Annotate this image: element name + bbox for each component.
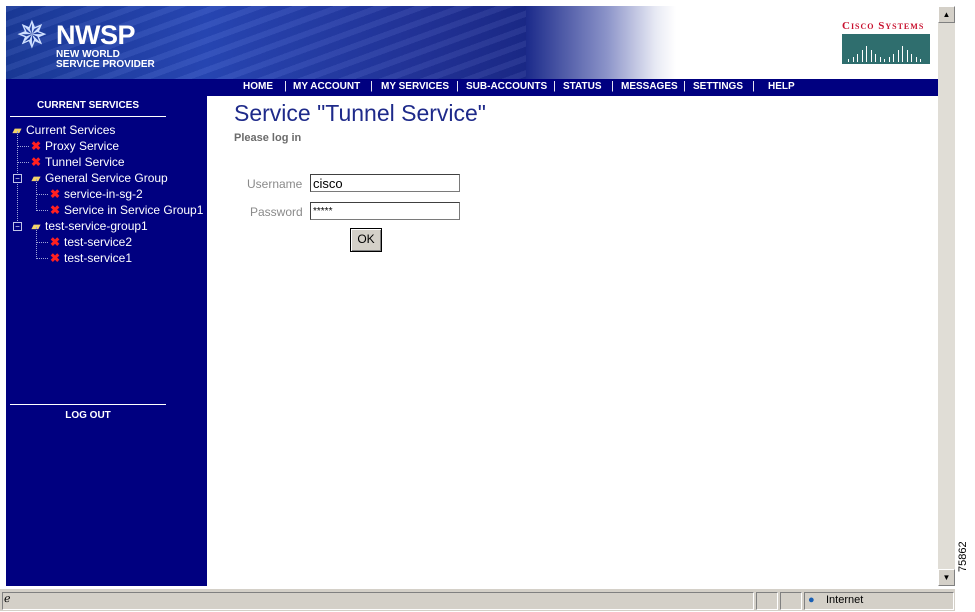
tree-item[interactable]: ✖ service-in-sg-2 bbox=[48, 186, 143, 202]
nav-separator: | bbox=[683, 80, 686, 92]
logo-subtitle: NEW WORLD SERVICE PROVIDER bbox=[56, 50, 155, 70]
scroll-up-icon[interactable]: ▲ bbox=[938, 6, 955, 23]
status-bar: ℯ ● Internet bbox=[0, 588, 955, 611]
x-icon: ✖ bbox=[49, 235, 61, 249]
tree-item[interactable]: ▰ Current Services bbox=[10, 122, 115, 138]
site-header: ✵ NWSP NEW WORLD SERVICE PROVIDER Cisco … bbox=[6, 6, 938, 79]
tree-item-label: Service in Service Group1 bbox=[64, 203, 204, 217]
top-nav: HOME MY ACCOUNT MY SERVICES SUB-ACCOUNTS STA… bbox=[207, 79, 938, 96]
tree-item-label: Current Services bbox=[26, 123, 116, 137]
x-icon: ✖ bbox=[30, 139, 42, 153]
tree-item-label: Tunnel Service bbox=[45, 155, 125, 169]
logo-subtitle-line2: SERVICE PROVIDER bbox=[56, 59, 155, 70]
nav-separator: | bbox=[553, 80, 556, 92]
tree-connector bbox=[17, 146, 29, 147]
nav-separator: | bbox=[370, 80, 373, 92]
tree-item[interactable]: ✖ Tunnel Service bbox=[29, 154, 125, 170]
logout-link[interactable]: LOG OUT bbox=[10, 410, 166, 421]
cisco-logo-text: Cisco Systems bbox=[842, 20, 925, 32]
nav-separator: | bbox=[284, 80, 287, 92]
tree-item-label: Proxy Service bbox=[45, 139, 120, 153]
nav-my-account[interactable]: MY ACCOUNT bbox=[293, 81, 360, 92]
tree-item[interactable]: ▰ General Service Group bbox=[29, 170, 168, 186]
x-icon: ✖ bbox=[49, 251, 61, 265]
username-label: Username bbox=[247, 177, 303, 191]
sidebar: CURRENT SERVICES ▰ Current Services ✖ Proxy… bbox=[6, 79, 207, 586]
tree-item[interactable]: ✖ test-service2 bbox=[48, 234, 132, 250]
nav-settings[interactable]: SETTINGS bbox=[693, 81, 743, 92]
collapse-icon[interactable]: − bbox=[13, 222, 22, 231]
tree-item[interactable]: ✖ Proxy Service bbox=[29, 138, 119, 154]
username-field[interactable]: cisco bbox=[310, 174, 460, 192]
nav-messages[interactable]: MESSAGES bbox=[621, 81, 678, 92]
tree-item-label: test-service2 bbox=[64, 235, 133, 249]
tree-connector bbox=[36, 258, 48, 259]
sidebar-divider bbox=[10, 404, 166, 405]
tree-connector bbox=[36, 210, 48, 211]
nav-separator: | bbox=[752, 80, 755, 92]
nav-separator: | bbox=[456, 80, 459, 92]
tree-connector bbox=[17, 162, 29, 163]
cisco-bridge-icon bbox=[842, 34, 930, 64]
status-message-pane bbox=[2, 592, 754, 610]
page-subtitle: Please log in bbox=[234, 132, 302, 144]
nav-my-services[interactable]: MY SERVICES bbox=[381, 81, 449, 92]
nav-home[interactable]: HOME bbox=[243, 81, 273, 92]
status-pane bbox=[780, 592, 802, 610]
sidebar-divider bbox=[10, 116, 166, 117]
tree-item[interactable]: ✖ test-service1 bbox=[48, 250, 132, 266]
ok-button[interactable]: OK bbox=[350, 228, 382, 252]
nav-status[interactable]: STATUS bbox=[563, 81, 602, 92]
nav-sub-accounts[interactable]: SUB-ACCOUNTS bbox=[466, 81, 547, 92]
tree-connector bbox=[17, 131, 18, 175]
globe-icon: ● bbox=[808, 594, 815, 606]
x-icon: ✖ bbox=[49, 187, 61, 201]
figure-number: 75862 bbox=[957, 541, 969, 572]
tree-connector bbox=[36, 194, 48, 195]
collapse-icon[interactable]: − bbox=[13, 174, 22, 183]
tree-item-label: test-service1 bbox=[64, 251, 133, 265]
nav-help[interactable]: HELP bbox=[768, 81, 795, 92]
cisco-logo: Cisco Systems bbox=[842, 20, 934, 68]
tree-item-label: General Service Group bbox=[45, 171, 168, 185]
password-field[interactable]: ***** bbox=[310, 202, 460, 220]
nav-separator: | bbox=[611, 80, 614, 92]
x-icon: ✖ bbox=[49, 203, 61, 217]
x-icon: ✖ bbox=[30, 155, 42, 169]
logo-title: NWSP bbox=[56, 20, 136, 50]
tree-item[interactable]: ✖ Service in Service Group1 bbox=[48, 202, 203, 218]
tree-item-label: test-service-group1 bbox=[45, 219, 148, 233]
scroll-down-icon[interactable]: ▼ bbox=[938, 569, 955, 586]
sidebar-heading: CURRENT SERVICES bbox=[36, 100, 140, 111]
tree-connector bbox=[36, 242, 48, 243]
browser-window: ✵ NWSP NEW WORLD SERVICE PROVIDER Cisco … bbox=[0, 0, 955, 612]
password-label: Password bbox=[250, 205, 303, 219]
tree-item[interactable]: ▰ test-service-group1 bbox=[29, 218, 148, 234]
nwsp-star-icon: ✵ bbox=[16, 15, 48, 57]
status-pane bbox=[756, 592, 778, 610]
tree-item-label: service-in-sg-2 bbox=[64, 187, 143, 201]
zone-label: Internet bbox=[826, 594, 864, 606]
vertical-scrollbar[interactable]: ▲ ▼ bbox=[938, 6, 955, 586]
page-title: Service "Tunnel Service" bbox=[234, 100, 486, 126]
